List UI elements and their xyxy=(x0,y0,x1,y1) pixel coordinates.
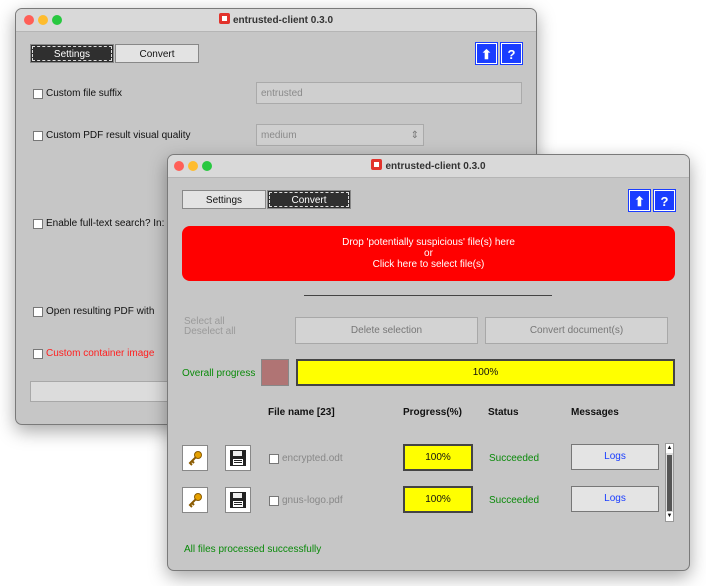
checkbox-box[interactable] xyxy=(269,453,279,464)
window-title: entrusted-client 0.3.0 xyxy=(232,15,334,26)
password-key-button[interactable] xyxy=(182,445,208,471)
save-button[interactable] xyxy=(30,381,180,402)
fulltext-checkbox[interactable]: Enable full-text search? In: xyxy=(33,218,164,229)
drop-line-3: Click here to select file(s) xyxy=(372,259,485,270)
floppy-disk-icon xyxy=(230,492,246,508)
scroll-thumb[interactable] xyxy=(667,455,672,511)
checkbox-label: Custom container image xyxy=(46,348,155,359)
visual-quality-checkbox[interactable]: Custom PDF result visual quality xyxy=(33,130,191,141)
custom-suffix-checkbox[interactable]: Custom file suffix xyxy=(33,88,122,99)
help-icon[interactable]: ? xyxy=(654,190,675,211)
tab-settings[interactable]: Settings xyxy=(30,44,114,63)
key-icon xyxy=(188,451,202,466)
overall-progress-value: 100% xyxy=(472,367,499,378)
convert-documents-button[interactable]: Convert document(s) xyxy=(485,317,668,344)
app-icon xyxy=(218,13,230,24)
drop-line-1: Drop 'potentially suspicious' file(s) he… xyxy=(342,237,515,248)
col-filename: File name [23] xyxy=(268,407,335,418)
checkbox-box[interactable] xyxy=(33,218,43,229)
floppy-disk-icon xyxy=(230,450,246,466)
password-key-button[interactable] xyxy=(182,487,208,513)
overall-progress-bar: 100% xyxy=(296,359,675,386)
drop-zone[interactable]: Drop 'potentially suspicious' file(s) he… xyxy=(182,226,675,281)
overall-progress-label: Overall progress xyxy=(182,368,256,379)
cancel-button[interactable] xyxy=(261,359,289,386)
col-status: Status xyxy=(488,407,519,418)
scroll-down-arrow-icon[interactable]: ▼ xyxy=(666,512,673,521)
drop-line-2: or xyxy=(424,248,433,259)
quality-select[interactable]: medium ⇕ xyxy=(256,124,424,146)
checkbox-box[interactable] xyxy=(269,495,279,506)
save-output-button[interactable] xyxy=(225,445,251,471)
upload-icon[interactable]: ⬆ xyxy=(629,190,650,211)
suffix-input[interactable]: entrusted xyxy=(256,82,522,104)
checkbox-label: Open resulting PDF with xyxy=(46,306,155,317)
tab-convert[interactable]: Convert xyxy=(267,190,351,209)
delete-selection-button[interactable]: Delete selection xyxy=(295,317,478,344)
convert-window: entrusted-client 0.3.0 Settings Convert … xyxy=(167,154,690,571)
app-icon xyxy=(371,159,383,170)
checkbox-box[interactable] xyxy=(33,306,43,317)
window-title-wrap: entrusted-client 0.3.0 xyxy=(16,13,536,26)
file-progress-bar: 100% xyxy=(403,444,473,471)
scroll-up-arrow-icon[interactable]: ▲ xyxy=(666,444,673,453)
window-title-wrap: entrusted-client 0.3.0 xyxy=(168,159,689,172)
file-progress-value: 100% xyxy=(425,494,451,505)
file-checkbox[interactable]: gnus-logo.pdf xyxy=(269,495,343,506)
window-title: entrusted-client 0.3.0 xyxy=(385,161,486,172)
separator xyxy=(304,295,552,296)
key-icon xyxy=(188,493,202,508)
checkbox-label: Custom PDF result visual quality xyxy=(46,130,191,141)
checkbox-box[interactable] xyxy=(33,130,43,141)
help-icon[interactable]: ? xyxy=(501,43,522,64)
checkbox-box[interactable] xyxy=(33,348,43,359)
container-image-checkbox[interactable]: Custom container image xyxy=(33,348,154,359)
save-output-button[interactable] xyxy=(225,487,251,513)
file-progress-value: 100% xyxy=(425,452,451,463)
tab-settings[interactable]: Settings xyxy=(182,190,266,209)
file-status: Succeeded xyxy=(489,495,540,506)
checkbox-label: Custom file suffix xyxy=(46,88,122,99)
logs-button[interactable]: Logs xyxy=(571,444,659,470)
file-name: encrypted.odt xyxy=(282,453,343,464)
logs-button[interactable]: Logs xyxy=(571,486,659,512)
tab-convert[interactable]: Convert xyxy=(115,44,199,63)
checkbox-label: Enable full-text search? In: xyxy=(46,218,165,229)
titlebar[interactable]: entrusted-client 0.3.0 xyxy=(168,155,689,178)
deselect-all-link[interactable]: Deselect all xyxy=(184,326,236,337)
checkbox-box[interactable] xyxy=(33,88,43,99)
open-with-checkbox[interactable]: Open resulting PDF with xyxy=(33,306,154,317)
col-progress: Progress(%) xyxy=(403,407,462,418)
chevron-updown-icon: ⇕ xyxy=(410,130,419,141)
file-name: gnus-logo.pdf xyxy=(282,495,343,506)
col-messages: Messages xyxy=(571,407,619,418)
titlebar[interactable]: entrusted-client 0.3.0 xyxy=(16,9,536,32)
file-checkbox[interactable]: encrypted.odt xyxy=(269,453,343,464)
file-progress-bar: 100% xyxy=(403,486,473,513)
scrollbar[interactable]: ▲ ▼ xyxy=(665,443,674,522)
upload-icon[interactable]: ⬆ xyxy=(476,43,497,64)
file-status: Succeeded xyxy=(489,453,540,464)
quality-value: medium xyxy=(261,130,297,141)
footer-status: All files processed successfully xyxy=(184,544,322,555)
